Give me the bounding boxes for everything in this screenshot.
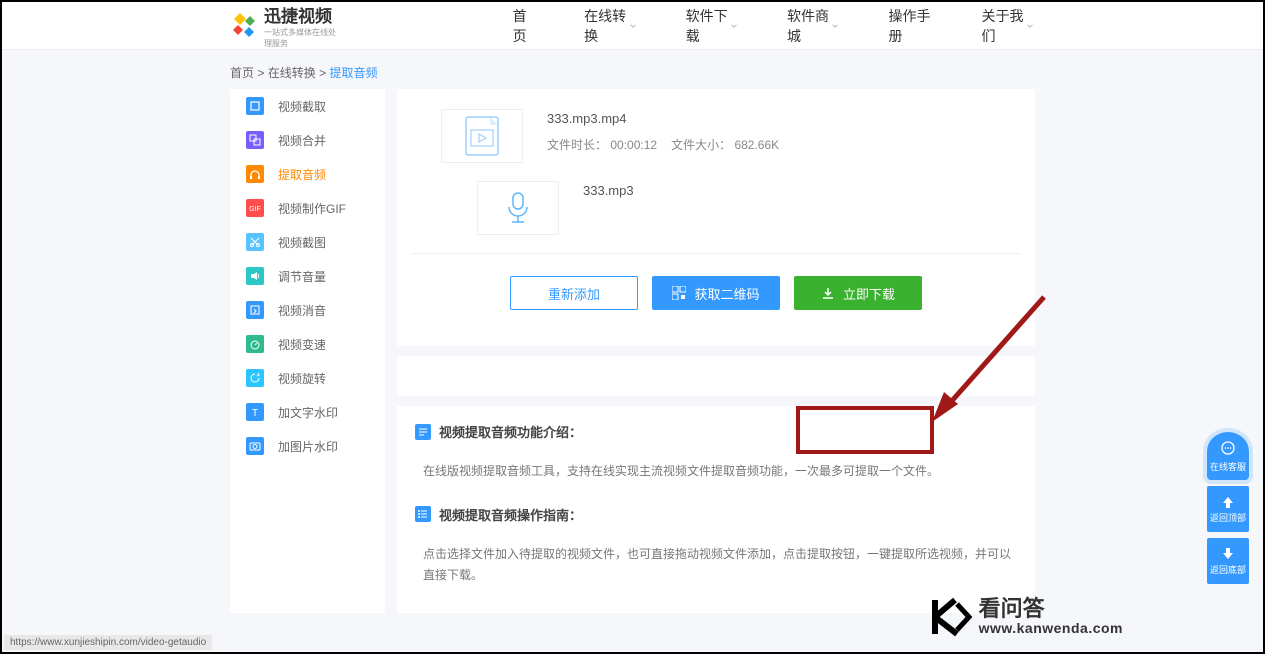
scissor-icon — [246, 233, 264, 251]
sidebar-item-rotate[interactable]: 视频旋转 — [230, 361, 385, 395]
info-intro-title: 视频提取音频功能介绍： — [415, 422, 1017, 441]
sidebar-item-volume[interactable]: 调节音量 — [230, 259, 385, 293]
gif-icon: GIF — [246, 199, 264, 217]
watermark-title: 看问答 — [979, 597, 1123, 621]
input-file-row: 333.mp3.mp4 文件时长： 00:00:12 文件大小： 682.66K — [441, 109, 1021, 163]
sidebar-item-screenshot[interactable]: 视频截图 — [230, 225, 385, 259]
nav-store[interactable]: 软件商城 — [787, 6, 838, 46]
camera-icon — [246, 437, 264, 455]
input-file-name: 333.mp3.mp4 — [547, 111, 779, 126]
arrow-up-icon — [1220, 495, 1236, 509]
nav-manual[interactable]: 操作手册 — [889, 6, 932, 46]
sidebar-item-mute[interactable]: 视频消音 — [230, 293, 385, 327]
top-header: 迅捷视频 一站式多媒体在线处理服务 首页 在线转换 软件下载 软件商城 操作手册… — [2, 2, 1263, 50]
sidebar-item-crop[interactable]: 视频截取 — [230, 89, 385, 123]
arrow-down-icon — [1220, 547, 1236, 561]
sidebar-item-text-watermark[interactable]: T加文字水印 — [230, 395, 385, 429]
doc-icon — [415, 424, 431, 440]
chat-icon — [1219, 440, 1237, 458]
logo-text: 迅捷视频 — [264, 7, 332, 26]
float-bottom-button[interactable]: 返回底部 — [1207, 538, 1249, 584]
watermark-url: www.kanwenda.com — [979, 621, 1123, 636]
merge-icon — [246, 131, 264, 149]
chevron-down-icon — [832, 22, 838, 30]
nav-about[interactable]: 关于我们 — [982, 6, 1033, 46]
crop-icon — [246, 97, 264, 115]
svg-text:GIF: GIF — [249, 206, 261, 213]
logo[interactable]: 迅捷视频 一站式多媒体在线处理服务 — [232, 2, 343, 49]
nav-download[interactable]: 软件下载 — [686, 6, 737, 46]
sidebar-item-merge[interactable]: 视频合并 — [230, 123, 385, 157]
side-float: 在线客服 返回顶部 返回底部 — [1207, 432, 1249, 584]
output-file-name: 333.mp3 — [583, 183, 634, 198]
readd-button[interactable]: 重新添加 — [510, 276, 638, 310]
divider — [411, 253, 1021, 254]
sidebar-item-speed[interactable]: 视频变速 — [230, 327, 385, 361]
chevron-down-icon — [731, 22, 737, 30]
info-guide-body: 点击选择文件加入待提取的视频文件，也可直接拖动视频文件添加，点击提取按钮，一键提… — [415, 534, 1017, 597]
action-row: 重新添加 获取二维码 立即下载 — [411, 276, 1021, 336]
nav-home[interactable]: 首页 — [513, 6, 535, 46]
download-button[interactable]: 立即下载 — [794, 276, 922, 310]
list-icon — [415, 506, 431, 522]
site-watermark: 看问答 www.kanwenda.com — [927, 594, 1123, 640]
breadcrumb: 首页 > 在线转换 > 提取音频 — [230, 64, 1035, 81]
logo-subtitle: 一站式多媒体在线处理服务 — [264, 27, 343, 49]
nav-convert[interactable]: 在线转换 — [584, 6, 635, 46]
svg-text:T: T — [252, 408, 258, 419]
status-bar-url: https://www.xunjieshipin.com/video-getau… — [4, 635, 212, 650]
info-section: 视频提取音频功能介绍： 在线版视频提取音频工具，支持在线实现主流视频文件提取音频… — [397, 406, 1035, 613]
qr-button[interactable]: 获取二维码 — [652, 276, 780, 310]
chevron-down-icon — [1027, 22, 1033, 30]
sidebar-item-image-watermark[interactable]: 加图片水印 — [230, 429, 385, 463]
download-icon — [821, 286, 835, 300]
info-intro-body: 在线版视频提取音频工具，支持在线实现主流视频文件提取音频功能，一次最多可提取一个… — [415, 451, 1017, 493]
output-file-row: 333.mp3 — [477, 181, 1021, 235]
logo-icon — [232, 11, 258, 40]
sidebar-item-gif[interactable]: GIF视频制作GIF — [230, 191, 385, 225]
input-file-meta: 文件时长： 00:00:12 文件大小： 682.66K — [547, 136, 779, 153]
breadcrumb-home[interactable]: 首页 — [230, 66, 254, 80]
audio-file-icon — [477, 181, 559, 235]
top-nav: 首页 在线转换 软件下载 软件商城 操作手册 关于我们 — [513, 6, 1033, 46]
float-service-button[interactable]: 在线客服 — [1207, 432, 1249, 480]
float-top-button[interactable]: 返回顶部 — [1207, 486, 1249, 532]
breadcrumb-convert[interactable]: 在线转换 — [268, 66, 316, 80]
chevron-down-icon — [630, 22, 636, 30]
video-file-icon — [441, 109, 523, 163]
mute-icon — [246, 301, 264, 319]
sidebar: 视频截取 视频合并 提取音频 GIF视频制作GIF 视频截图 调节音量 视频消音… — [230, 89, 385, 613]
breadcrumb-current: 提取音频 — [329, 66, 377, 80]
main-content: 333.mp3.mp4 文件时长： 00:00:12 文件大小： 682.66K — [397, 89, 1035, 613]
qr-icon — [672, 286, 686, 300]
ad-placeholder — [397, 356, 1035, 396]
headphone-icon — [246, 165, 264, 183]
watermark-logo-icon — [927, 594, 973, 640]
text-icon: T — [246, 403, 264, 421]
conversion-panel: 333.mp3.mp4 文件时长： 00:00:12 文件大小： 682.66K — [397, 89, 1035, 346]
rotate-icon — [246, 369, 264, 387]
sidebar-item-extract-audio[interactable]: 提取音频 — [230, 157, 385, 191]
speed-icon — [246, 335, 264, 353]
volume-icon — [246, 267, 264, 285]
info-guide-title: 视频提取音频操作指南： — [415, 505, 1017, 524]
